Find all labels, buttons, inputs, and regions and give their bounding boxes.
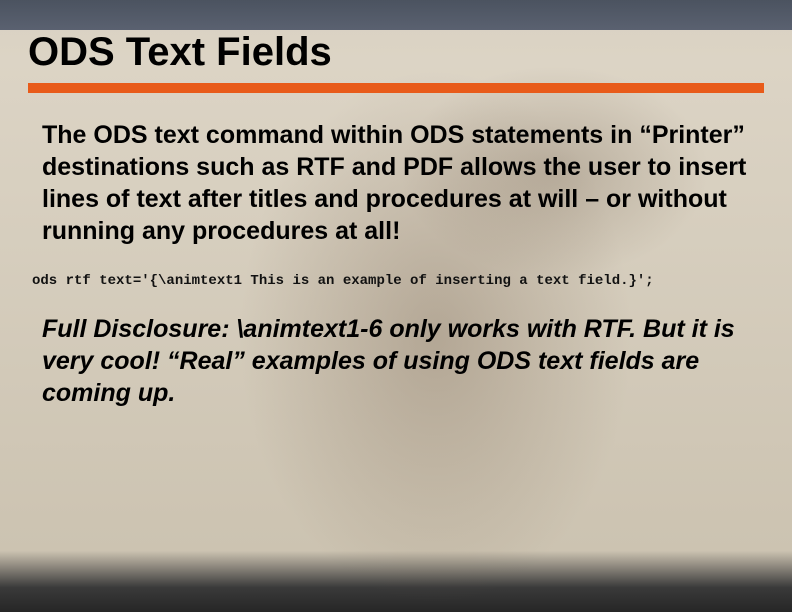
slide-content: ODS Text Fields The ODS text command wit…	[28, 30, 764, 594]
slide-body: The ODS text command within ODS statemen…	[28, 119, 764, 409]
top-background-strip	[0, 0, 792, 30]
title-underline-rule	[28, 83, 764, 93]
slide-title: ODS Text Fields	[28, 30, 764, 81]
code-example: ods rtf text='{\animtext1 This is an exa…	[32, 273, 758, 289]
disclosure-paragraph: Full Disclosure: \animtext1-6 only works…	[42, 313, 758, 409]
intro-paragraph: The ODS text command within ODS statemen…	[42, 119, 758, 247]
